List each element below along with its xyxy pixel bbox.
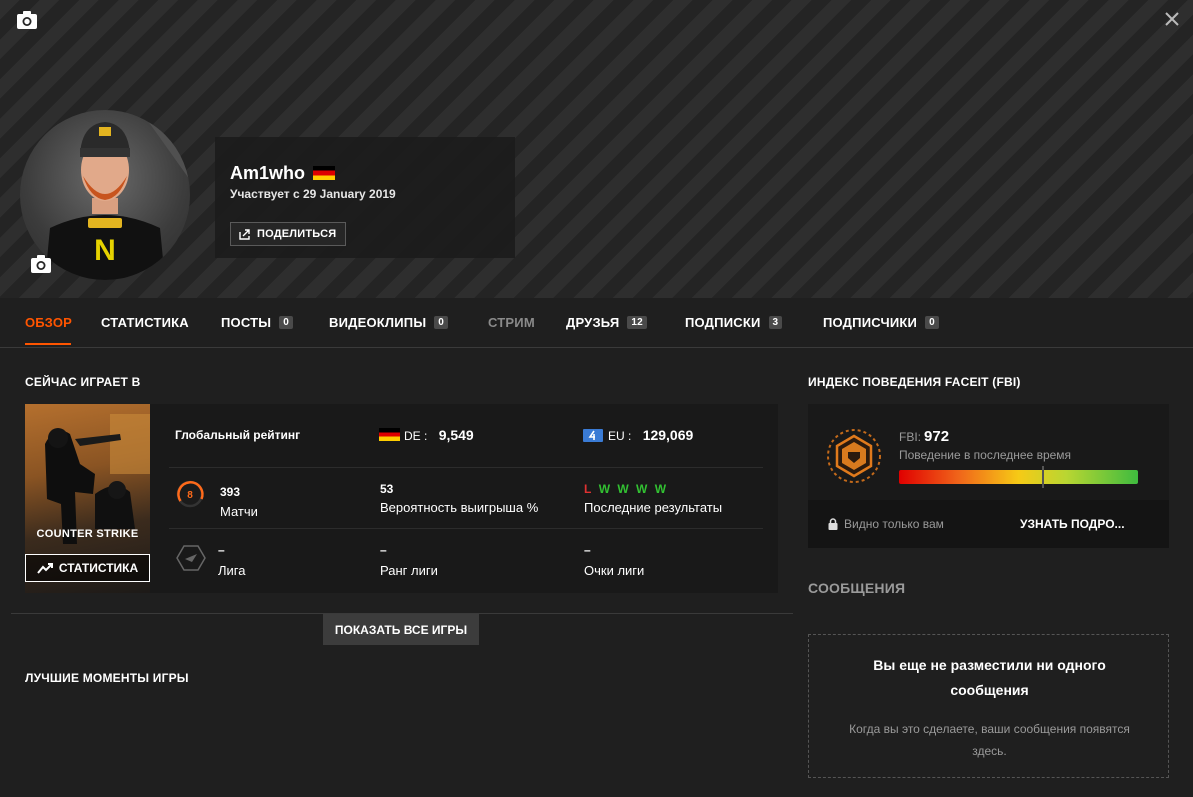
avatar-camera-icon[interactable] [30,254,52,274]
tab-label: ВИДЕОКЛИПЫ [329,315,427,330]
nickname: Am1who [230,163,306,183]
row-divider [169,467,763,468]
matches-label: Матчи [220,504,258,519]
fbi-visibility-label: Видно только вам [844,517,944,531]
league-points-value: – [584,543,591,557]
fbi-badge-icon [827,429,881,483]
tab-label: ПОДПИСЧИКИ [823,315,918,330]
show-all-games-button[interactable]: ПОКАЗАТЬ ВСЕ ИГРЫ [323,614,479,645]
tab-label: ПОДПИСКИ [685,315,761,330]
joined-date: Участвует с 29 January 2019 [230,187,396,201]
row-divider [169,528,763,529]
game-stats-label: СТАТИСТИКА [58,561,139,575]
svg-text:N: N [94,234,116,267]
result-win: W [598,482,613,496]
fbi-behavior-bar [899,466,1138,488]
tab-count-badge: 3 [768,316,783,329]
share-button[interactable]: ПОДЕЛИТЬСЯ [230,222,347,246]
country-label: DE : [404,429,428,443]
tab-stream[interactable]: СТРИМ [488,315,535,330]
league-rank-label: Ранг лиги [380,563,438,578]
result-win: W [636,482,650,496]
profile-banner: N Am1who Участвует с 29 January 2019 ПОД… [0,0,1193,298]
league-points-label: Очки лиги [584,563,645,578]
germany-flag-icon [313,166,336,180]
tab-count-badge: 0 [434,316,449,329]
country-rank: DE : 9,549 [379,427,474,443]
result-win: W [654,482,669,496]
league-label: Лига [218,563,246,578]
fbi-score-value: 972 [924,428,950,445]
share-label: ПОДЕЛИТЬСЯ [257,228,337,240]
league-icon [176,545,206,571]
league-value: – [218,543,225,557]
winrate-value: 53 [380,482,394,496]
messages-empty-heading: Вы еще не разместили ни одного сообщения [873,657,1106,698]
fbi-card: FBI: 972 Поведение в последнее время Видн… [808,404,1169,548]
tab-label: ОБЗОР [25,315,73,330]
tab-count-badge: 12 [627,316,647,329]
tab-count-badge: 0 [279,316,293,329]
fbi-score-label: FBI: [899,430,922,444]
tab-overview[interactable]: ОБЗОР [25,315,72,330]
tab-statistics[interactable]: СТАТИСТИКА [101,315,189,330]
fbi-visibility: Видно только вам [828,517,944,531]
result-win: W [617,482,631,496]
germany-flag-icon [379,428,400,441]
fbi-score-row: FBI: 972 [899,428,949,445]
skill-level-value: 8 [187,490,193,501]
winrate-label: Вероятность выигрыша % [380,500,539,515]
tab-friends[interactable]: ДРУЗЬЯ 12 [566,315,647,330]
highlights-title: ЛУЧШИЕ МОМЕНТЫ ИГРЫ [25,671,189,685]
eu-region-icon [583,429,603,442]
fbi-title: ИНДЕКС ПОВЕДЕНИЯ FACEIT (FBI) [808,375,1021,389]
tab-posts[interactable]: ПОСТЫ 0 [221,315,293,330]
trend-icon [37,563,53,574]
share-icon [239,228,250,240]
game-cover[interactable]: COUNTER STRIKE СТАТИСТИКА [25,404,150,593]
tab-label: ПОСТЫ [221,315,272,330]
active-tab-indicator [25,343,71,345]
country-rank-value: 9,549 [438,427,474,443]
profile-card: Am1who Участвует с 29 January 2019 ПОДЕЛ… [215,137,515,258]
game-panel: COUNTER STRIKE СТАТИСТИКА Глобальный рей… [25,404,778,593]
recent-results: L W W W W [584,482,668,496]
matches-value: 393 [220,485,241,499]
result-loss: L [584,482,594,496]
tab-subscribers[interactable]: ПОДПИСЧИКИ 0 [823,315,939,330]
tab-subscriptions[interactable]: ПОДПИСКИ 3 [685,315,783,330]
tab-videoclips[interactable]: ВИДЕОКЛИПЫ 0 [329,315,449,330]
league-rank-value: – [380,543,387,557]
region-label: EU : [608,429,632,443]
fbi-level-marker [1042,466,1045,488]
now-playing-title: СЕЙЧАС ИГРАЕТ В [25,375,141,389]
camera-icon[interactable] [16,10,38,30]
messages-title: СООБЩЕНИЯ [808,580,906,596]
tab-label: СТРИМ [488,315,535,330]
global-rating-label: Глобальный рейтинг [175,428,301,442]
fbi-subtitle: Поведение в последнее время [899,448,1072,462]
region-rank-value: 129,069 [642,427,694,443]
lock-icon [828,518,838,530]
close-icon[interactable] [1163,10,1181,28]
messages-empty-state: Вы еще не разместили ни одного сообщения… [808,634,1169,778]
tab-label: ДРУЗЬЯ [566,315,620,330]
tab-label: СТАТИСТИКА [101,315,189,330]
recent-results-label: Последние результаты [584,500,723,515]
messages-empty-body: Когда вы это сделаете, ваши сообщения по… [849,722,1130,758]
region-rank: EU : 129,069 [583,427,693,443]
game-stats-button[interactable]: СТАТИСТИКА [25,554,150,582]
game-logo: COUNTER STRIKE [36,528,139,540]
fbi-learn-more-link[interactable]: УЗНАТЬ ПОДРО... [1020,517,1125,531]
tab-count-badge: 0 [925,316,939,329]
profile-tabs: ОБЗОР СТАТИСТИКА ПОСТЫ 0 ВИДЕОКЛИПЫ 0 СТРИ… [0,298,1193,348]
skill-level-icon: 8 [176,480,204,508]
